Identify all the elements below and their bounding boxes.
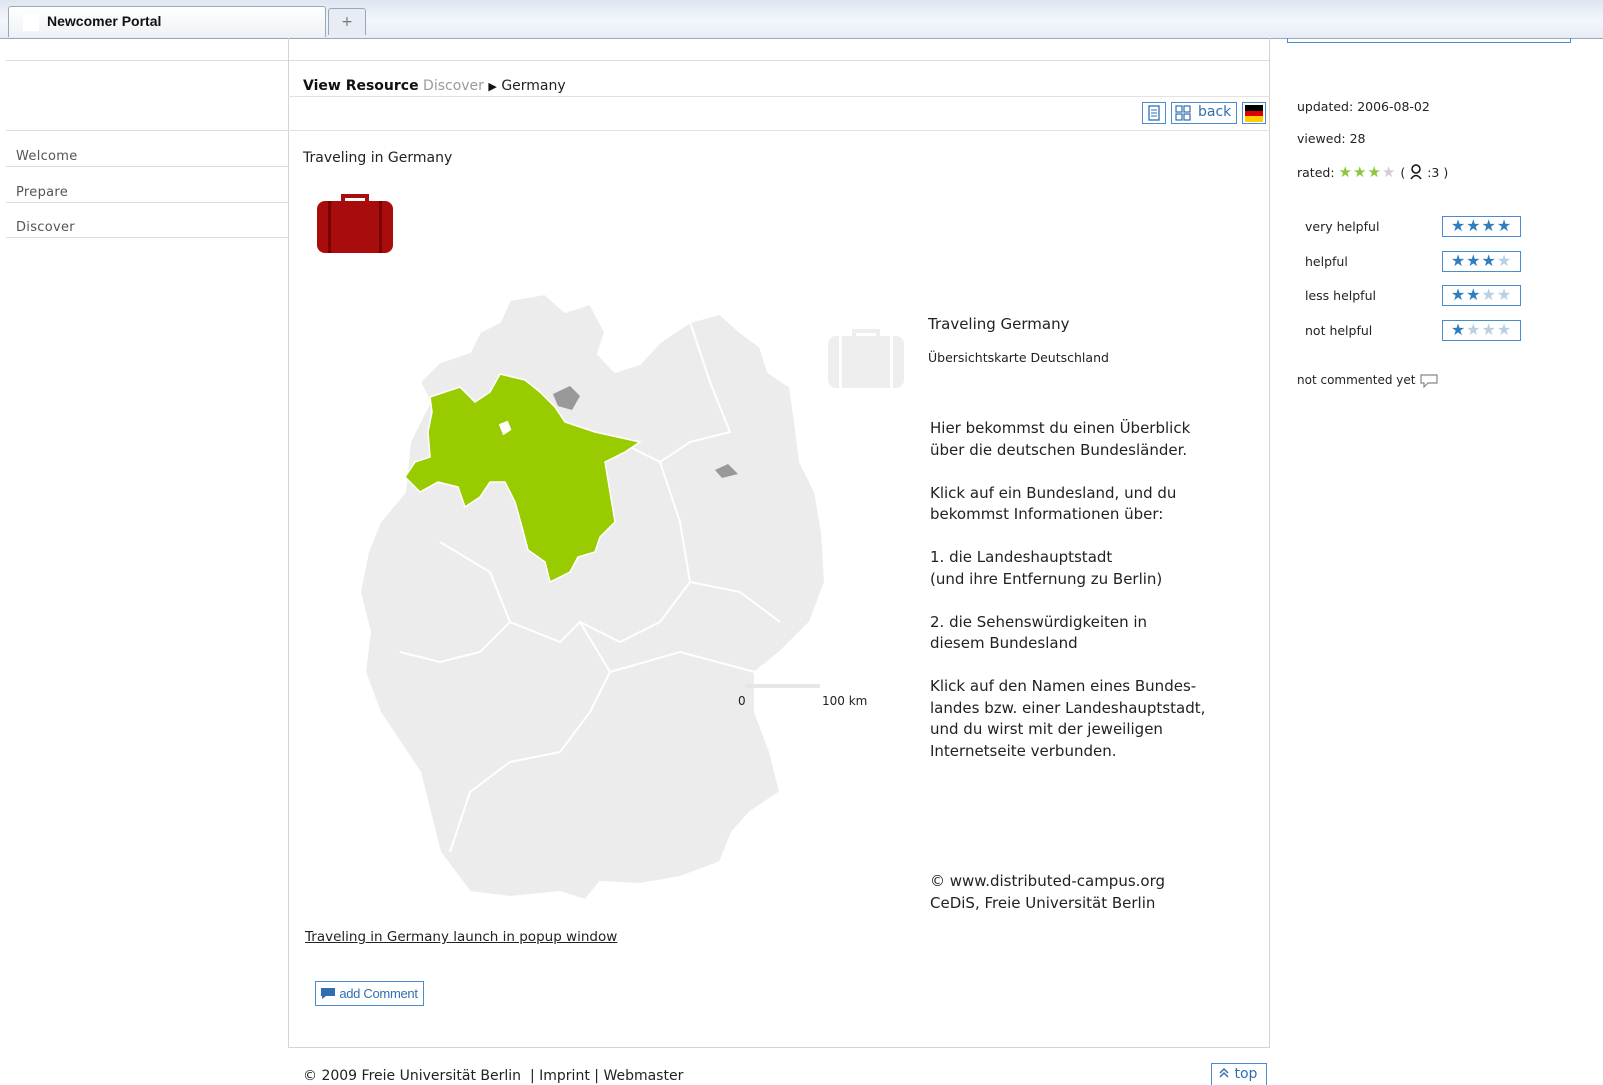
- star-icon: ★: [1496, 320, 1513, 339]
- rating-option-label: not helpful: [1305, 323, 1373, 338]
- star-icon: ★: [1450, 320, 1467, 339]
- rated-info: rated: ★★★★ ( :3 ): [1297, 163, 1448, 181]
- browser-tab[interactable]: Newcomer Portal: [8, 6, 326, 37]
- rating-option-button[interactable]: ★★★★: [1442, 216, 1521, 237]
- breadcrumb-discover[interactable]: Discover: [423, 78, 484, 94]
- star-icon: ★: [1466, 216, 1482, 235]
- rated-count: :3 ): [1427, 165, 1449, 180]
- nav-divider: [6, 237, 288, 238]
- germany-map[interactable]: [360, 292, 900, 912]
- viewed-value: 28: [1349, 131, 1366, 146]
- map-description: Hier bekommst du einen Überblick über di…: [930, 418, 1270, 784]
- star-icon: ★: [1450, 251, 1467, 270]
- double-chevron-up-icon: [1219, 1067, 1229, 1078]
- scale-end-label: 100 km: [822, 694, 868, 708]
- comment-status: not commented yet: [1297, 372, 1439, 389]
- updated-label: updated:: [1297, 99, 1354, 114]
- rating-option-label: very helpful: [1305, 219, 1380, 234]
- sidebar-item-welcome[interactable]: Welcome: [16, 149, 78, 164]
- top-label: top: [1234, 1066, 1258, 1082]
- page-footer: © 2009 Freie Universität Berlin | Imprin…: [303, 1068, 683, 1084]
- breadcrumb-arrow-icon: ▶: [488, 80, 497, 93]
- star-icon: ★: [1466, 320, 1482, 339]
- map-subtitle: Übersichtskarte Deutschland: [928, 350, 1109, 365]
- description-paragraph: Klick auf ein Bundesland, und du bekomms…: [930, 483, 1177, 524]
- rated-stars: ★★★★: [1339, 163, 1397, 181]
- back-to-top-button[interactable]: top: [1211, 1063, 1267, 1085]
- updated-info: updated: 2006-08-02: [1297, 99, 1430, 114]
- star-icon: ★: [1466, 285, 1482, 304]
- rating-option-button[interactable]: ★★★★: [1442, 320, 1521, 341]
- back-label: back: [1198, 104, 1232, 120]
- description-paragraph: Hier bekommst du einen Überblick über di…: [930, 419, 1191, 459]
- star-icon: ★: [1481, 320, 1497, 339]
- star-icon: ★: [1496, 251, 1513, 270]
- description-paragraph: Klick auf den Namen eines Bundes- landes…: [930, 677, 1206, 760]
- popup-window-link[interactable]: Traveling in Germany launch in popup win…: [305, 929, 617, 945]
- map-credit: © www.distributed-campus.org CeDiS, Frei…: [930, 872, 1166, 912]
- map-scale-bar: [745, 684, 820, 688]
- star-icon: ★: [1481, 216, 1497, 235]
- add-comment-button[interactable]: add Comment: [315, 981, 424, 1006]
- star-icon: ★: [1352, 163, 1368, 181]
- breadcrumb: View Resource Discover ▶ Germany: [303, 78, 566, 94]
- footer-separator: |: [594, 1068, 599, 1084]
- suitcase-icon: [317, 194, 393, 253]
- imprint-link[interactable]: Imprint: [539, 1068, 590, 1084]
- map-title: Traveling Germany: [928, 315, 1070, 333]
- rated-open-paren: (: [1400, 165, 1406, 180]
- rated-label: rated:: [1297, 165, 1335, 180]
- header-divider: [288, 96, 1270, 97]
- scale-start-label: 0: [738, 694, 746, 708]
- nav-divider: [6, 166, 288, 167]
- german-flag-icon[interactable]: [1242, 102, 1266, 124]
- footer-separator: |: [529, 1068, 535, 1084]
- star-icon: ★: [1367, 163, 1382, 181]
- viewed-info: viewed: 28: [1297, 131, 1366, 146]
- star-icon: ★: [1496, 285, 1513, 304]
- viewed-label: viewed:: [1297, 131, 1346, 146]
- tab-favicon-icon: [23, 15, 39, 31]
- description-paragraph: 1. die Landeshauptstadt (und ihre Entfer…: [930, 548, 1163, 588]
- sidebar-item-prepare[interactable]: Prepare: [16, 185, 68, 200]
- rating-option-button[interactable]: ★★★★: [1442, 285, 1521, 306]
- rating-option-label: helpful: [1305, 254, 1348, 269]
- sidebar-item-discover[interactable]: Discover: [16, 220, 75, 235]
- nav-divider: [6, 130, 288, 131]
- nav-divider: [6, 202, 288, 203]
- footer-copyright: © 2009 Freie Universität Berlin: [303, 1068, 522, 1084]
- comment-bubble-icon: [321, 988, 335, 999]
- browser-tab-strip: Newcomer Portal +: [0, 0, 1603, 39]
- speech-bubble-icon[interactable]: [1419, 372, 1439, 389]
- suitcase-watermark-icon: [828, 329, 904, 388]
- comment-status-label: not commented yet: [1297, 373, 1416, 387]
- star-icon: ★: [1466, 251, 1482, 270]
- sitemap-icon: [1175, 105, 1191, 121]
- breadcrumb-germany: Germany: [501, 78, 566, 94]
- updated-value: 2006-08-02: [1357, 99, 1430, 114]
- back-button[interactable]: back: [1171, 102, 1237, 124]
- description-paragraph: 2. die Sehenswürdigkeiten in diesem Bund…: [930, 612, 1148, 653]
- rating-option-button[interactable]: ★★★★: [1442, 251, 1521, 272]
- webmaster-link[interactable]: Webmaster: [603, 1068, 683, 1084]
- star-icon: ★: [1381, 163, 1397, 181]
- page-title: View Resource: [303, 78, 419, 94]
- star-icon: ★: [1496, 216, 1513, 235]
- resource-title: Traveling in Germany: [303, 150, 453, 166]
- germany-outline: [360, 292, 827, 902]
- new-tab-button[interactable]: +: [328, 8, 366, 35]
- rating-option-label: less helpful: [1305, 288, 1376, 303]
- star-icon: ★: [1481, 285, 1497, 304]
- add-comment-label: add Comment: [339, 986, 418, 1001]
- star-icon: ★: [1338, 163, 1353, 181]
- print-button[interactable]: [1142, 102, 1166, 124]
- star-icon: ★: [1481, 251, 1497, 270]
- right-search-box-edge: [1287, 38, 1571, 43]
- user-icon: [1410, 164, 1422, 180]
- print-icon: [1148, 105, 1160, 121]
- star-icon: ★: [1450, 216, 1467, 235]
- tab-title: Newcomer Portal: [47, 13, 162, 29]
- toolbar-divider: [288, 130, 1270, 131]
- star-icon: ★: [1450, 285, 1467, 304]
